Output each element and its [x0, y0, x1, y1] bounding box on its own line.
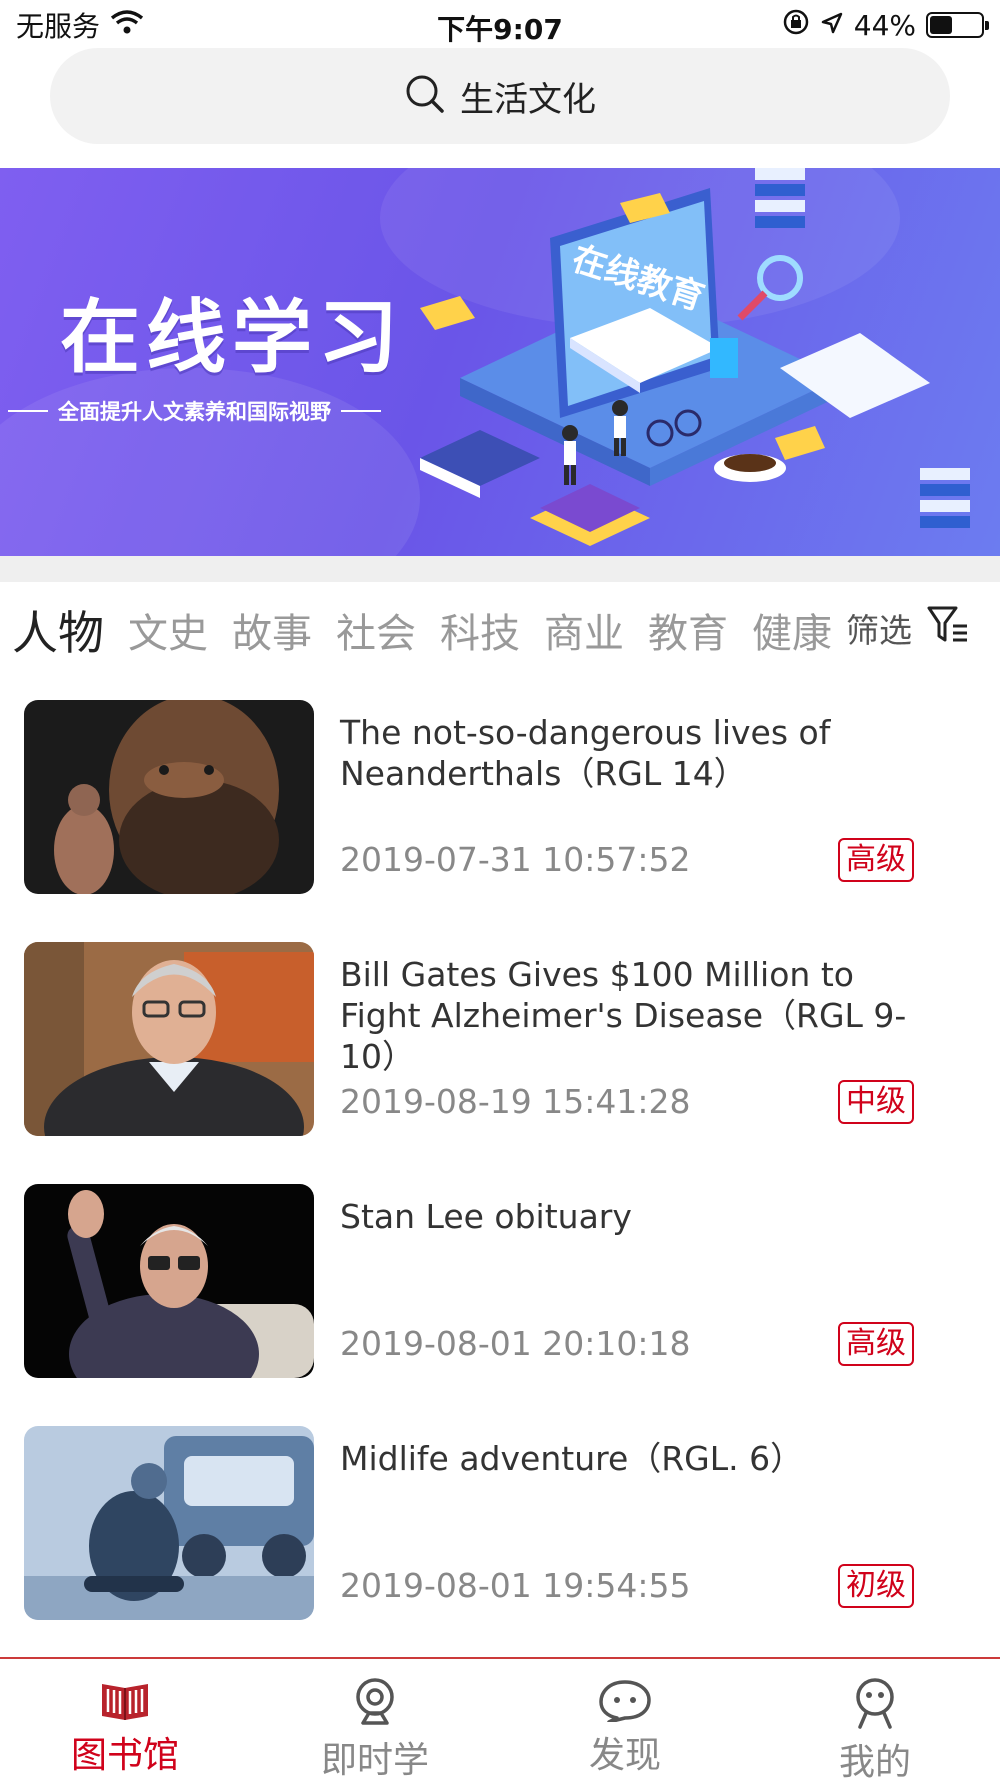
category-tab-society[interactable]: 社会: [336, 601, 416, 659]
level-badge: 高级: [838, 838, 914, 882]
tab-label: 发现: [588, 1735, 661, 1776]
tab-library[interactable]: 图书馆: [0, 1659, 250, 1778]
person-icon: [845, 1677, 905, 1729]
list-item[interactable]: Stan Lee obituary 2019-08-01 20:10:18 高级: [0, 1184, 1000, 1378]
search-icon: [404, 73, 446, 119]
category-tab-education[interactable]: 教育: [648, 601, 728, 659]
tab-label: 即时学: [320, 1740, 429, 1778]
level-badge: 初级: [838, 1564, 914, 1608]
category-tab-people[interactable]: 人物: [12, 597, 104, 663]
article-title: Midlife adventure（RGL. 6）: [340, 1439, 804, 1478]
category-tab-health[interactable]: 健康: [752, 601, 832, 659]
filter-button[interactable]: 筛选: [846, 604, 970, 652]
search-placeholder: 生活文化: [460, 79, 596, 120]
category-tab-story[interactable]: 故事: [232, 601, 312, 659]
promo-banner[interactable]: 在线学习 全面提升人文素养和国际视野 在线教育: [0, 168, 1000, 556]
banner-subtitle: 全面提升人文素养和国际视野: [58, 400, 331, 424]
status-time: 下午9:07: [437, 13, 563, 46]
category-tab-tech[interactable]: 科技: [440, 601, 520, 659]
article-thumbnail: [24, 1184, 314, 1378]
chat-bubble-icon: [595, 1677, 655, 1722]
article-thumbnail: [24, 700, 314, 894]
article-date: 2019-08-19 15:41:28: [340, 1082, 691, 1121]
list-item[interactable]: Bill Gates Gives $100 Million to Fight A…: [0, 942, 1000, 1136]
banner-illustration: 在线教育: [420, 168, 970, 546]
article-date: 2019-08-01 20:10:18: [340, 1324, 691, 1363]
category-tab-business[interactable]: 商业: [544, 601, 624, 659]
filter-icon: [926, 604, 970, 652]
book-icon: [95, 1677, 155, 1722]
article-title: Stan Lee obituary: [340, 1197, 632, 1236]
tab-discover[interactable]: 发现: [500, 1659, 750, 1778]
search-input[interactable]: 生活文化: [50, 48, 950, 144]
battery-icon: [926, 12, 989, 38]
banner-title: 在线学习: [60, 291, 404, 384]
category-tab-history[interactable]: 文史: [128, 601, 208, 659]
article-date: 2019-07-31 10:57:52: [340, 840, 691, 879]
tab-mine[interactable]: 我的: [750, 1659, 1000, 1778]
article-title: The not-so-dangerous lives of Neandertha…: [340, 713, 831, 793]
list-item[interactable]: The not-so-dangerous lives of Neandertha…: [0, 700, 1000, 894]
webcam-icon: [345, 1677, 405, 1727]
article-thumbnail: [24, 942, 314, 1136]
tab-instant-learn[interactable]: 即时学: [250, 1659, 500, 1778]
tab-label: 我的: [838, 1742, 911, 1778]
status-bar: 无服务 下午9:07 44%: [0, 0, 1000, 50]
article-title: Bill Gates Gives $100 Million to Fight A…: [340, 955, 907, 1076]
level-badge: 中级: [838, 1080, 914, 1124]
level-badge: 高级: [838, 1322, 914, 1366]
article-date: 2019-08-01 19:54:55: [340, 1566, 691, 1605]
bottom-tab-bar: 图书馆 即时学 发现 我的: [0, 1657, 1000, 1778]
category-tabs: 人物 文史 故事 社会 科技 商业 教育 健康: [12, 600, 832, 660]
article-thumbnail: [24, 1426, 314, 1620]
tab-label: 图书馆: [70, 1735, 179, 1776]
filter-label: 筛选: [846, 611, 912, 650]
section-divider: [0, 556, 1000, 582]
list-item[interactable]: Midlife adventure（RGL. 6） 2019-08-01 19:…: [0, 1426, 1000, 1620]
